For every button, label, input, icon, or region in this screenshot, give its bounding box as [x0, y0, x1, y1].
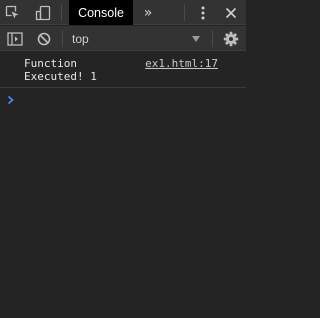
more-tabs-button[interactable]: » — [138, 0, 158, 25]
kebab-menu-icon[interactable] — [196, 0, 210, 25]
sidebar-toggle-icon[interactable] — [6, 26, 24, 51]
device-toolbar-icon[interactable] — [33, 0, 53, 25]
dropdown-caret-icon[interactable] — [190, 26, 202, 51]
console-messages: Function Executed! 1 ex1.html:17 — [0, 52, 246, 106]
console-prompt[interactable] — [0, 88, 246, 106]
close-icon[interactable] — [222, 0, 240, 25]
context-selector[interactable]: top — [72, 26, 89, 51]
console-message: Function Executed! 1 ex1.html:17 — [0, 52, 246, 88]
message-text: Function Executed! 1 — [24, 57, 97, 83]
devtools-panel: Console » top Function Executed! 1 ex1.h… — [0, 0, 246, 318]
console-toolbar: top — [0, 26, 246, 51]
message-source-link[interactable]: ex1.html:17 — [145, 57, 218, 70]
settings-gear-icon[interactable] — [222, 26, 240, 51]
clear-console-icon[interactable] — [35, 26, 53, 51]
tab-separator — [61, 4, 62, 21]
tab-separator — [184, 4, 185, 21]
inspect-element-icon[interactable] — [4, 0, 22, 25]
toolbar-separator — [212, 30, 213, 47]
toolbar-separator — [62, 30, 63, 47]
prompt-chevron-icon — [7, 90, 17, 105]
tab-console[interactable]: Console — [69, 0, 133, 25]
devtools-tab-bar: Console » — [0, 0, 246, 25]
